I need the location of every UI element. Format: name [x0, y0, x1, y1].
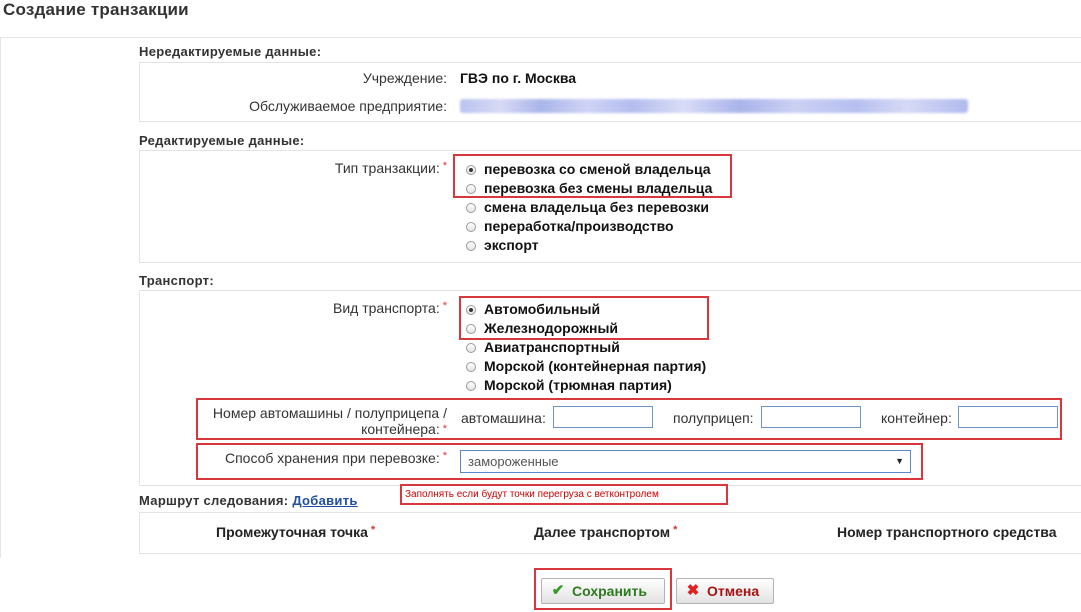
radio-transaction-without-owner-change[interactable]: перевозка без смены владельца	[466, 179, 712, 198]
radio-icon	[466, 324, 476, 334]
radio-icon	[466, 203, 476, 213]
route-col-vehicle-number: Номер транспортного средства	[837, 524, 1057, 540]
transport-section-label: Транспорт:	[139, 273, 214, 288]
cancel-button[interactable]: ✖ Отмена	[676, 578, 774, 604]
close-icon: ✖	[686, 582, 700, 599]
vehicle-number-label: Номер автомашины / полуприцепа / контейн…	[212, 405, 447, 437]
route-col-intermediate-point: Промежуточная точка *	[216, 524, 376, 540]
radio-processing-production[interactable]: переработка/производство	[466, 217, 712, 236]
radio-transaction-with-owner-change[interactable]: перевозка со сменой владельца	[466, 160, 712, 179]
save-button[interactable]: ✔ Сохранить	[541, 578, 665, 604]
route-col-next-transport: Далее транспортом *	[534, 524, 678, 540]
editable-section-label: Редактируемые данные:	[139, 133, 305, 148]
checkmark-icon: ✔	[551, 582, 565, 599]
storage-label: Способ хранения при перевозке: *	[224, 450, 447, 466]
storage-select[interactable]: замороженные ▼	[460, 450, 911, 473]
car-number-input[interactable]	[553, 406, 653, 428]
radio-checked-icon	[466, 165, 476, 175]
radio-checked-icon	[466, 305, 476, 315]
radio-icon	[466, 241, 476, 251]
radio-icon	[466, 184, 476, 194]
radio-icon	[466, 222, 476, 232]
transaction-type-label: Тип транзакции: *	[334, 160, 447, 176]
dropdown-arrow-icon: ▼	[895, 456, 904, 466]
readonly-section-label: Нередактируемые данные:	[139, 44, 322, 59]
institution-label: Учреждение:	[362, 70, 447, 86]
radio-transport-sea-container[interactable]: Морской (контейнерная партия)	[466, 357, 706, 376]
enterprise-value-redacted	[460, 99, 968, 113]
radio-transport-rail[interactable]: Железнодорожный	[466, 319, 706, 338]
institution-value: ГВЭ по г. Москва	[460, 70, 577, 86]
container-number-input[interactable]	[958, 406, 1058, 428]
enterprise-label: Обслуживаемое предприятие:	[249, 98, 447, 114]
container-label: контейнер:	[881, 410, 952, 426]
trailer-label: полуприцеп:	[673, 410, 754, 426]
transport-type-radio-group: Автомобильный Железнодорожный Авиатрансп…	[466, 300, 706, 395]
radio-owner-change-without-transport[interactable]: смена владельца без перевозки	[466, 198, 712, 217]
radio-export[interactable]: экспорт	[466, 236, 712, 255]
radio-icon	[466, 381, 476, 391]
transport-type-label: Вид транспорта: *	[333, 300, 447, 316]
radio-transport-air[interactable]: Авиатранспортный	[466, 338, 706, 357]
add-route-link[interactable]: Добавить	[292, 493, 357, 508]
radio-transport-auto[interactable]: Автомобильный	[466, 300, 706, 319]
route-hint-text: Заполнять если будут точки перегруза с в…	[405, 489, 659, 500]
radio-icon	[466, 362, 476, 372]
radio-icon	[466, 343, 476, 353]
trailer-number-input[interactable]	[761, 406, 861, 428]
transaction-type-radio-group: перевозка со сменой владельца перевозка …	[466, 160, 712, 255]
route-section-label: Маршрут следования: Добавить	[139, 493, 358, 508]
car-label: автомашина:	[461, 410, 546, 426]
radio-transport-sea-hold[interactable]: Морской (трюмная партия)	[466, 376, 706, 395]
page-title: Создание транзакции	[3, 0, 189, 19]
